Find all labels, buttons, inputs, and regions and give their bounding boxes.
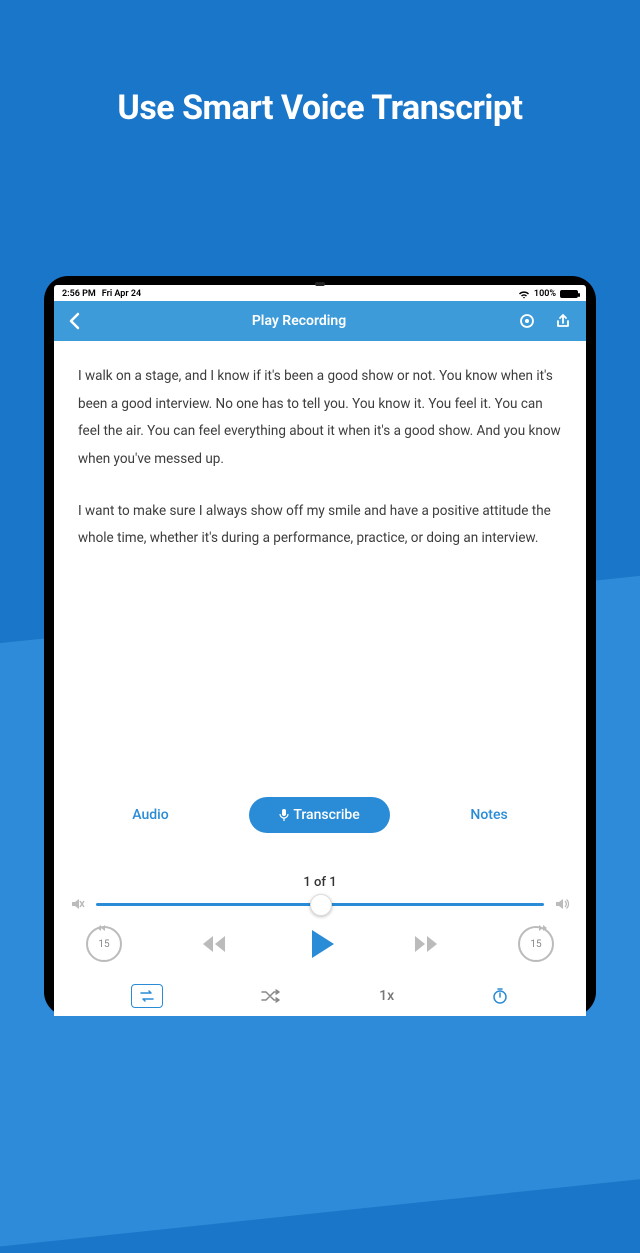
status-time: 2:56 PM xyxy=(62,289,96,299)
transcript-area: I walk on a stage, and I know if it's be… xyxy=(54,341,586,599)
marketing-headline: Use Smart Voice Transcript xyxy=(0,88,640,128)
mic-icon xyxy=(279,808,289,822)
volume-icon[interactable] xyxy=(554,896,570,912)
speed-button[interactable]: 1x xyxy=(379,988,394,1004)
skip-forward-button[interactable]: 15 xyxy=(518,926,554,962)
rewind-button[interactable] xyxy=(199,934,229,954)
nav-title: Play Recording xyxy=(80,313,518,329)
mode-tabs: Audio Transcribe Notes xyxy=(54,797,586,833)
tab-notes[interactable]: Notes xyxy=(450,799,527,831)
battery-icon xyxy=(560,290,578,298)
progress-slider[interactable] xyxy=(96,903,544,906)
page-counter: 1 of 1 xyxy=(54,875,586,890)
skip-back-seconds: 15 xyxy=(98,939,109,950)
status-date: Fri Apr 24 xyxy=(102,289,141,299)
volume-mute-icon[interactable] xyxy=(70,896,86,912)
refresh-icon[interactable] xyxy=(518,312,536,330)
device-frame: 2:56 PM Fri Apr 24 100% Play Recording xyxy=(44,276,596,1016)
device-camera xyxy=(315,282,325,286)
tab-audio[interactable]: Audio xyxy=(112,799,188,831)
skip-back-button[interactable]: 15 xyxy=(86,926,122,962)
playback-controls: 15 15 xyxy=(54,912,586,970)
wifi-icon xyxy=(518,290,530,299)
transcript-paragraph: I walk on a stage, and I know if it's be… xyxy=(78,363,562,474)
back-button[interactable] xyxy=(68,312,80,330)
status-battery-text: 100% xyxy=(534,289,556,299)
skip-forward-seconds: 15 xyxy=(530,939,541,950)
nav-bar: Play Recording xyxy=(54,301,586,341)
tab-transcribe[interactable]: Transcribe xyxy=(249,797,389,833)
play-button[interactable] xyxy=(307,930,334,958)
bottom-toolbar: 1x xyxy=(54,970,586,1016)
tab-transcribe-label: Transcribe xyxy=(293,807,359,823)
shuffle-button[interactable] xyxy=(260,988,282,1004)
timer-button[interactable] xyxy=(491,987,509,1005)
app-screen: 2:56 PM Fri Apr 24 100% Play Recording xyxy=(54,285,586,1016)
fast-forward-button[interactable] xyxy=(411,934,441,954)
repeat-button[interactable] xyxy=(131,984,163,1008)
status-bar: 2:56 PM Fri Apr 24 100% xyxy=(54,285,586,301)
transcript-paragraph: I want to make sure I always show off my… xyxy=(78,498,562,553)
share-icon[interactable] xyxy=(554,312,572,330)
